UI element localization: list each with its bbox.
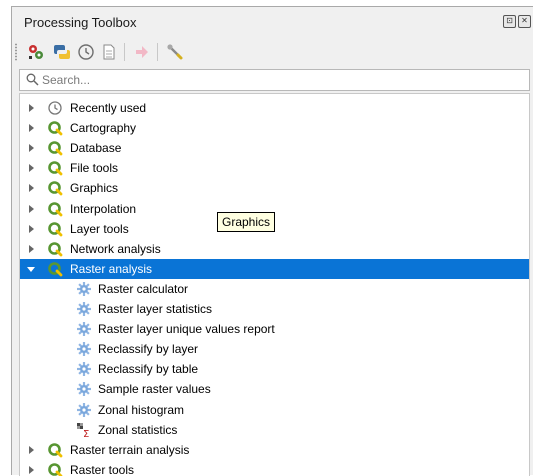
tree-item-label: Database (70, 141, 122, 156)
qgis-provider-icon (47, 442, 63, 458)
tree-item-label: Network analysis (70, 241, 161, 256)
provider-item-raster-terrain-analysis[interactable]: Raster terrain analysis (20, 440, 529, 460)
provider-item-network-analysis[interactable]: Network analysis (20, 239, 529, 259)
tree-item-label: Raster terrain analysis (70, 442, 190, 457)
wrench-icon (167, 44, 183, 60)
algorithm-item-raster-layer-unique-values-report[interactable]: Raster layer unique values report (20, 319, 529, 339)
toolbar-grip-handle[interactable] (15, 43, 17, 61)
qgis-provider-icon (47, 201, 63, 217)
tree-item-label: Sample raster values (98, 382, 211, 397)
zonal-statistics-icon: Σ (76, 422, 92, 440)
provider-item-cartography[interactable]: Cartography (20, 118, 529, 138)
svg-text:Σ: Σ (83, 429, 89, 438)
search-box (19, 69, 530, 91)
qgis-provider-icon (47, 241, 63, 257)
algorithm-gear-icon (76, 402, 92, 418)
processing-toolbox-panel: Processing Toolbox ⊡ ✕ Search... Recentl… (11, 6, 533, 476)
models-icon (29, 45, 43, 59)
expand-arrow-icon[interactable] (29, 204, 34, 213)
qgis-provider-icon (47, 120, 63, 136)
provider-item-graphics[interactable]: Graphics (20, 178, 529, 198)
algorithm-gear-icon (76, 341, 92, 357)
edit-in-place-icon (136, 46, 148, 58)
tree-item-label: Interpolation (70, 201, 137, 216)
expand-arrow-icon[interactable] (29, 184, 34, 193)
float-icon[interactable]: ⊡ (503, 15, 516, 28)
tooltip: Graphics (217, 212, 276, 232)
toolbar (12, 39, 533, 65)
options-button[interactable] (165, 42, 185, 62)
tree-item-label: File tools (70, 161, 119, 176)
tree-item-label: Raster tools (70, 462, 135, 476)
toolbar-separator (157, 43, 158, 61)
algorithm-gear-icon (76, 321, 92, 337)
expand-arrow-icon[interactable] (29, 104, 34, 112)
toolbar-separator (124, 43, 125, 61)
algorithm-gear-icon (76, 301, 92, 317)
tree-item-label: Graphics (70, 181, 119, 196)
provider-item-raster-tools[interactable]: Raster tools (20, 460, 529, 476)
tree-item-label: Raster calculator (98, 281, 189, 296)
collapse-arrow-icon[interactable] (27, 266, 35, 272)
algorithm-item-raster-layer-statistics[interactable]: Raster layer statistics (20, 299, 529, 319)
algorithm-item-raster-calculator[interactable]: Raster calculator (20, 279, 529, 299)
qgis-provider-icon (47, 140, 63, 156)
algorithm-item-zonal-statistics[interactable]: Σ Zonal statistics (20, 420, 529, 440)
provider-item-recently-used[interactable]: Recently used (20, 98, 529, 118)
tree-item-label: Raster analysis (70, 261, 153, 276)
qgis-provider-icon (47, 462, 63, 476)
tree-item-label: Raster layer unique values report (98, 322, 275, 337)
panel-title-bar: Processing Toolbox ⊡ ✕ (12, 7, 533, 35)
algorithm-gear-icon (76, 381, 92, 397)
tree-item-label: Raster layer statistics (98, 302, 213, 316)
search-input[interactable] (42, 72, 512, 88)
history-clock-icon (78, 44, 94, 60)
qgis-provider-icon (47, 180, 63, 196)
algorithm-item-zonal-histogram[interactable]: Zonal histogram (20, 400, 529, 420)
tree-item-label: Zonal statistics (98, 422, 178, 437)
close-icon[interactable]: ✕ (518, 15, 531, 28)
models-button[interactable] (26, 42, 46, 62)
provider-item-raster-analysis[interactable]: Raster analysis (20, 258, 529, 279)
algorithm-gear-icon (76, 281, 92, 297)
algorithm-item-reclassify-by-table[interactable]: Reclassify by table (20, 359, 529, 379)
qgis-provider-icon (47, 261, 63, 277)
history-button[interactable] (76, 42, 96, 62)
expand-arrow-icon[interactable] (29, 164, 34, 173)
tree-item-label: Recently used (70, 101, 147, 115)
panel-title: Processing Toolbox (24, 15, 137, 30)
edit-features-in-place-button[interactable] (132, 42, 152, 62)
search-icon (26, 73, 39, 86)
expand-arrow-icon[interactable] (29, 445, 34, 454)
expand-arrow-icon[interactable] (29, 244, 34, 253)
tree-item-label: Reclassify by table (98, 362, 199, 377)
expand-arrow-icon[interactable] (29, 124, 34, 133)
results-viewer-button[interactable] (99, 42, 119, 62)
clock-icon (47, 100, 63, 116)
algorithm-gear-icon (76, 361, 92, 377)
provider-item-file-tools[interactable]: File tools (20, 158, 529, 178)
title-buttons: ⊡ ✕ (503, 15, 531, 28)
algorithm-item-reclassify-by-layer[interactable]: Reclassify by layer (20, 339, 529, 359)
tree-item-label: Layer tools (70, 221, 129, 236)
expand-arrow-icon[interactable] (29, 465, 34, 474)
provider-item-database[interactable]: Database (20, 138, 529, 158)
expand-arrow-icon[interactable] (29, 144, 34, 153)
algorithm-tree: Recently used Cartography Database File too… (19, 93, 530, 476)
tree-item-label: Cartography (70, 121, 137, 136)
python-scripts-button[interactable] (52, 42, 72, 62)
tree-item-label: Zonal histogram (98, 402, 185, 417)
results-document-icon (103, 44, 115, 60)
tree-item-label: Reclassify by layer (98, 342, 199, 357)
algorithm-item-sample-raster-values[interactable]: Sample raster values (20, 379, 529, 399)
python-icon (54, 45, 70, 59)
qgis-provider-icon (47, 221, 63, 237)
expand-arrow-icon[interactable] (29, 224, 34, 233)
qgis-provider-icon (47, 160, 63, 176)
